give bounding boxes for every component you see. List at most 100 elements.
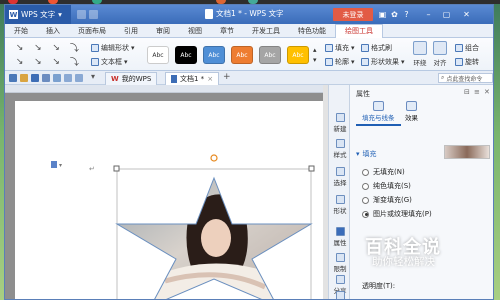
style-swatch[interactable]: Abc	[203, 46, 225, 64]
group-button[interactable]: 组合	[455, 43, 479, 53]
tab-view[interactable]: 视图	[179, 24, 211, 38]
shape-effects-button[interactable]: 形状效果 ▾	[361, 57, 405, 67]
styles-more-icon[interactable]: ▾	[313, 56, 317, 64]
tab-home[interactable]: 开始	[5, 24, 37, 38]
strip-collaborate[interactable]: 协作	[329, 291, 351, 299]
tab-references[interactable]: 引用	[115, 24, 147, 38]
settings-icon[interactable]: ✿	[389, 8, 400, 20]
strip-label: 样式	[333, 151, 347, 159]
login-button[interactable]: 未登录	[333, 8, 373, 21]
edit-shape-button[interactable]: 编辑形状 ▾	[91, 43, 135, 53]
style-swatch[interactable]: Abc	[287, 46, 309, 64]
maximize-button[interactable]: ▢	[441, 8, 452, 20]
style-swatch[interactable]: Abc	[175, 46, 197, 64]
tab-page-layout[interactable]: 页面布局	[69, 24, 115, 38]
app-menu-button[interactable]: W WPS 文字 ▾	[5, 5, 71, 24]
tab-insert[interactable]: 插入	[37, 24, 69, 38]
strip-restrict[interactable]: 限制	[329, 253, 351, 273]
strip-select[interactable]: 选择	[329, 167, 351, 187]
radio-solid-fill[interactable]: 纯色填充(S)	[362, 181, 411, 191]
radio-gradient-fill[interactable]: 渐变填充(G)	[362, 195, 412, 205]
radio-picture-fill[interactable]: 图片或纹理填充(P)	[362, 209, 432, 219]
style-swatch[interactable]: Abc	[231, 46, 253, 64]
strip-properties[interactable]: 属性	[329, 227, 351, 247]
edit-shape-label: 编辑形状	[101, 44, 129, 52]
strip-label: 形状	[333, 207, 347, 215]
shape-icon	[335, 195, 345, 204]
print-icon[interactable]	[42, 74, 50, 82]
line-arrow-icon[interactable]: ⤵	[66, 41, 83, 54]
tab-fill-and-line[interactable]: 填充与线条	[356, 101, 400, 126]
paragraph-icon[interactable]	[51, 161, 57, 168]
align-button[interactable]: 对齐	[431, 41, 449, 67]
pane-menu-icon[interactable]: ≡	[474, 88, 480, 96]
line-arrow-icon[interactable]: ↘	[29, 55, 46, 68]
redo-icon[interactable]	[75, 74, 83, 82]
save-icon[interactable]	[77, 10, 86, 19]
fill-section-header[interactable]: ▾ 填充	[356, 149, 377, 159]
close-button[interactable]: ✕	[461, 8, 472, 20]
outline-label: 轮廓	[335, 58, 349, 66]
doc-tab-my-wps[interactable]: W 我的WPS	[105, 72, 158, 85]
open-icon[interactable]	[20, 74, 28, 82]
skin-icon[interactable]: ▣	[377, 8, 388, 20]
radio-no-fill[interactable]: 无填充(N)	[362, 167, 405, 177]
save-icon[interactable]	[31, 74, 39, 82]
doc-tab-document1[interactable]: 文档1 * ×	[165, 72, 220, 85]
tab-review[interactable]: 审阅	[147, 24, 179, 38]
chevron-down-icon[interactable]: ▾	[91, 72, 99, 81]
star-shape-picture-fill[interactable]	[115, 171, 315, 300]
style-swatch[interactable]: Abc	[147, 46, 169, 64]
fill-button[interactable]: 填充 ▾	[325, 43, 355, 53]
pin-icon[interactable]: ⊟	[464, 88, 470, 96]
line-gallery: ↘ ↘ ↘ ⤵ ↘ ↘ ↘ ⤵	[11, 41, 83, 69]
strip-label: 选择	[333, 179, 347, 187]
strip-styles[interactable]: 样式	[329, 139, 351, 159]
text-box-button[interactable]: 文本框 ▾	[91, 57, 128, 67]
format-brush-button[interactable]: 格式刷	[361, 43, 392, 53]
new-icon	[335, 113, 345, 122]
rotate-button[interactable]: 旋转	[455, 57, 479, 67]
close-icon[interactable]: ×	[207, 75, 213, 83]
line-arrow-icon[interactable]: ↘	[11, 55, 28, 68]
wrap-button[interactable]: 环绕	[411, 41, 429, 67]
preview-icon[interactable]	[53, 74, 61, 82]
line-arrow-icon[interactable]: ⤵	[66, 55, 83, 68]
section-title: 填充	[362, 150, 377, 158]
minimize-button[interactable]: –	[423, 8, 434, 20]
new-tab-icon[interactable]: +	[223, 72, 231, 82]
tab-drawing-tools[interactable]: 绘图工具	[335, 23, 383, 38]
undo-icon[interactable]	[64, 74, 72, 82]
document-page[interactable]: ▾ ↵	[15, 101, 323, 300]
line-arrow-icon[interactable]: ↘	[11, 41, 28, 54]
format-brush-label: 格式刷	[371, 44, 392, 52]
line-arrow-icon[interactable]: ↘	[29, 41, 46, 54]
wps-logo-icon: W	[111, 75, 119, 83]
line-arrow-icon[interactable]: ↘	[48, 55, 65, 68]
shape-effects-label: 形状效果	[371, 58, 399, 66]
tab-features[interactable]: 特色功能	[289, 24, 335, 38]
new-icon[interactable]	[9, 74, 17, 82]
line-arrow-icon[interactable]: ↘	[48, 41, 65, 54]
rotate-handle-icon[interactable]	[210, 154, 218, 162]
styles-scroll-up-icon[interactable]: ▴	[313, 46, 317, 54]
resize-handle[interactable]	[113, 165, 120, 172]
document-title-text: 文档1 * - WPS 文字	[216, 9, 284, 18]
horizontal-ruler	[5, 85, 323, 93]
open-icon[interactable]	[89, 10, 98, 19]
help-icon[interactable]: ?	[401, 8, 412, 20]
command-search[interactable]: ⌕ 点此查找命令	[438, 73, 493, 83]
close-icon[interactable]: ✕	[484, 88, 490, 96]
strip-shape[interactable]: 形状	[329, 195, 351, 215]
resize-handle[interactable]	[308, 165, 315, 172]
strip-new[interactable]: 新建	[329, 113, 351, 133]
tab-label: 效果	[405, 114, 418, 122]
tab-developer[interactable]: 开发工具	[243, 24, 289, 38]
tab-effects[interactable]: 效果	[405, 101, 418, 122]
tab-sections[interactable]: 章节	[211, 24, 243, 38]
ribbon-body: ↘ ↘ ↘ ⤵ ↘ ↘ ↘ ⤵ 编辑形状 ▾ 文本框 ▾ Abc Abc Abc…	[5, 38, 493, 71]
style-swatch[interactable]: Abc	[259, 46, 281, 64]
outline-button[interactable]: 轮廓 ▾	[325, 57, 355, 67]
radio-label: 渐变填充(G)	[373, 196, 412, 204]
strip-label: 限制	[333, 265, 347, 273]
